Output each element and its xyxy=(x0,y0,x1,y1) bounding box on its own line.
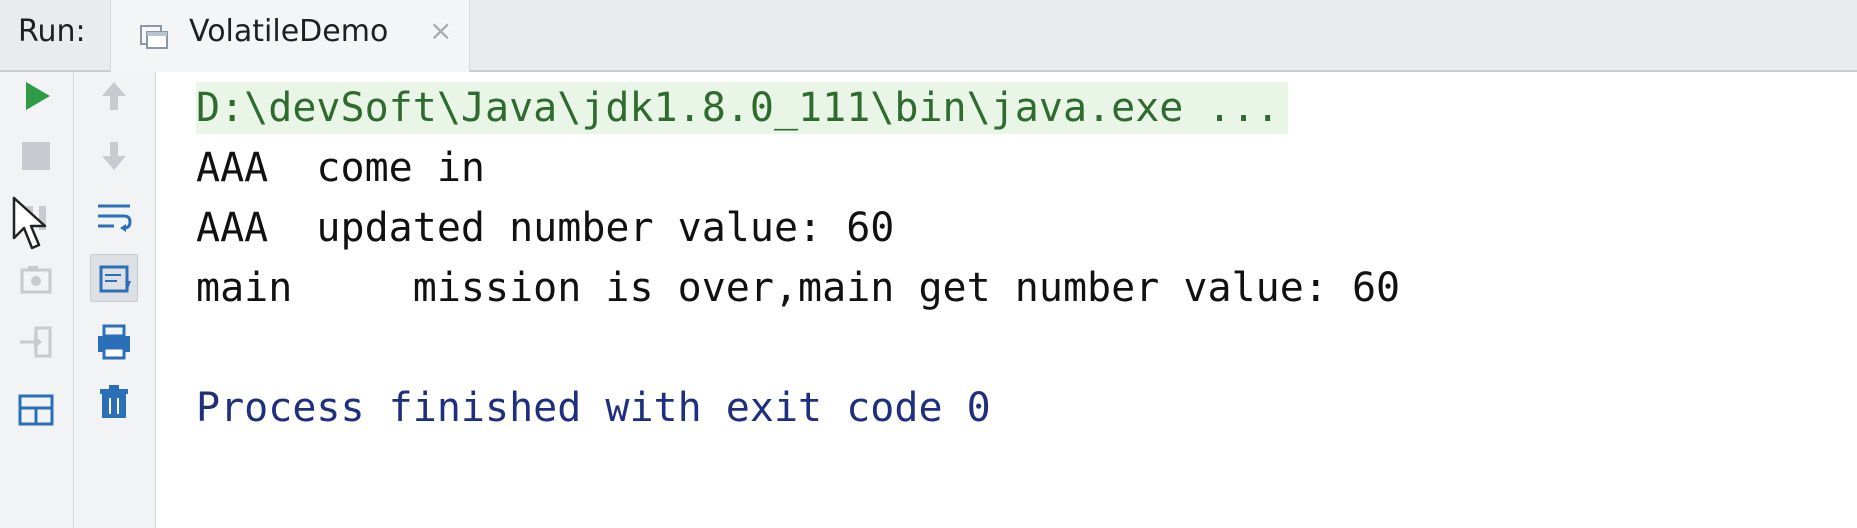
console-command-line: D:\devSoft\Java\jdk1.8.0_111\bin\java.ex… xyxy=(196,82,1288,134)
run-tool-window-header: Run: VolatileDemo × xyxy=(0,0,1857,72)
dump-threads-icon[interactable] xyxy=(12,256,60,304)
console-line: main mission is over,main get number val… xyxy=(196,265,1401,311)
close-tab-icon[interactable]: × xyxy=(429,14,452,47)
mouse-pointer-icon xyxy=(12,196,52,252)
layout-icon[interactable] xyxy=(12,386,60,434)
rerun-icon[interactable] xyxy=(12,72,60,120)
trash-icon[interactable] xyxy=(90,378,138,426)
run-config-icon xyxy=(139,22,169,50)
console-line: AAA come in xyxy=(196,145,485,191)
arrow-up-icon[interactable] xyxy=(90,72,138,120)
run-label: Run: xyxy=(18,14,86,49)
soft-wrap-icon[interactable] xyxy=(90,192,138,240)
left-toolbar xyxy=(0,72,74,528)
console-line: AAA updated number value: 60 xyxy=(196,205,895,251)
right-toolbar xyxy=(74,72,156,528)
arrow-down-icon[interactable] xyxy=(90,132,138,180)
exit-icon[interactable] xyxy=(12,318,60,366)
stop-icon[interactable] xyxy=(12,132,60,180)
console-output[interactable]: D:\devSoft\Java\jdk1.8.0_111\bin\java.ex… xyxy=(156,72,1857,528)
print-icon[interactable] xyxy=(90,318,138,366)
tab-title: VolatileDemo xyxy=(189,14,389,49)
scroll-to-end-icon[interactable] xyxy=(90,254,138,302)
tab-volatiledemo[interactable]: VolatileDemo × xyxy=(110,0,470,72)
console-exit-message: Process finished with exit code 0 xyxy=(196,385,991,431)
